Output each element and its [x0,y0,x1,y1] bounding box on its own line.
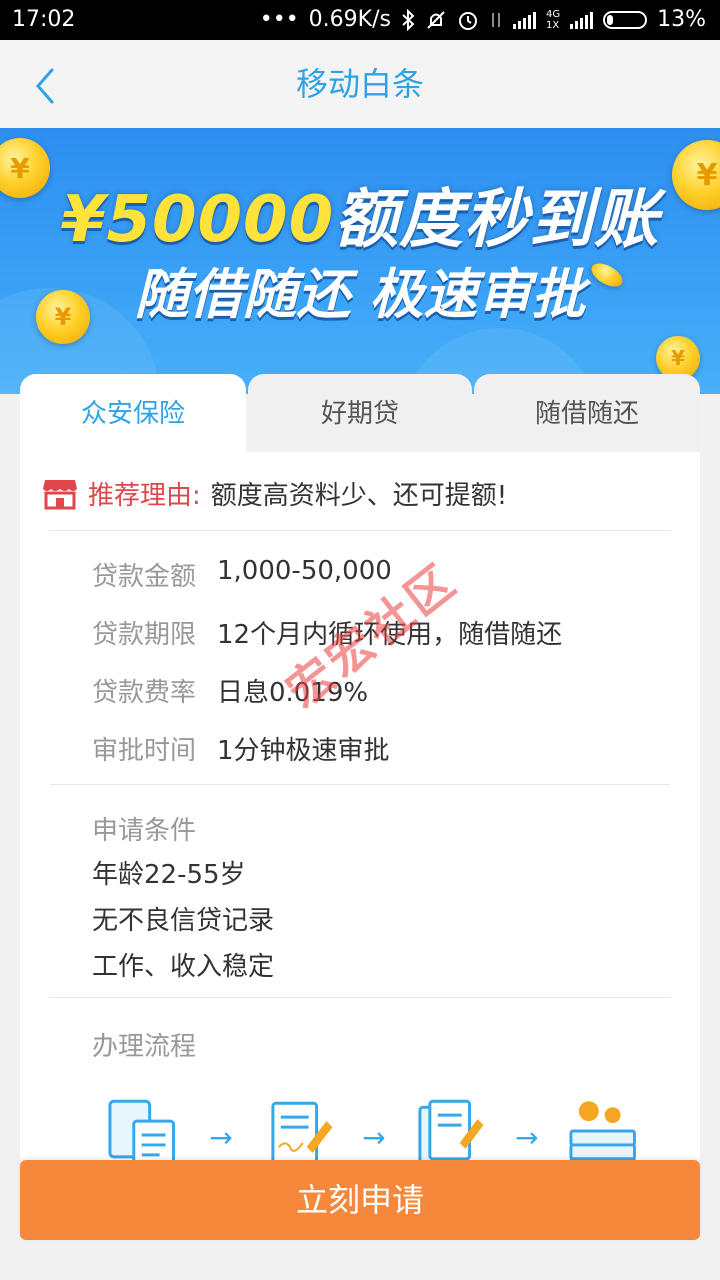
alarm-icon [458,12,477,30]
detail-key: 审批时间 [92,736,197,766]
banner-headline: ¥50000额度秒到账 [0,168,720,260]
tab-suijiesuihuan[interactable]: 随借随还 [474,374,700,454]
page-title: 移动白条 [295,65,424,103]
detail-key: 贷款金额 [92,562,197,592]
recommend-reason: 推荐理由: 额度高资料少、还可提额! [42,472,507,514]
status-bar: 17:02 ••• 0.69K/s 4G 1X 13% [0,0,720,40]
arrow-right-icon: → [209,1120,233,1154]
detail-key: 贷款费率 [92,678,197,708]
data-transfer-icon [491,13,500,27]
process-title: 办理流程 [92,1032,197,1062]
arrow-right-icon: → [362,1120,386,1154]
detail-row-amount: 贷款金额 1,000-50,000 [92,556,392,593]
more-dots-icon: ••• [259,7,299,32]
signal-icon-1 [512,11,536,29]
battery-percent: 13% [657,7,706,32]
detail-row-term: 贷款期限 12个月内循环使用，随借随还 [92,614,562,651]
tab-haoqidai[interactable]: 好期贷 [248,374,472,454]
condition-item: 工作、收入稳定 [92,952,275,982]
divider [50,997,670,998]
divider [50,784,670,785]
nav-header: 移动白条 [0,40,720,128]
banner-headline-text: 额度秒到账 [334,183,660,257]
status-icons: ••• 0.69K/s 4G 1X 13% [260,0,706,40]
conditions-title: 申请条件 [92,816,197,846]
detail-value: 12个月内循环使用，随借随还 [217,620,563,650]
divider [50,530,670,531]
status-time: 17:02 [12,7,76,32]
battery-icon [603,11,648,29]
condition-item: 年龄22-55岁 [92,860,246,890]
banner-amount: ¥50000 [60,183,335,257]
detail-row-rate: 贷款费率 日息0.019% [92,672,368,709]
network-type: 4G 1X [545,9,561,31]
net-speed: 0.69K/s [308,7,391,32]
arrow-right-icon: → [515,1120,539,1154]
promo-banner[interactable]: ¥50000额度秒到账 随借随还 极速审批 [0,128,720,394]
reason-text: 额度高资料少、还可提额! [210,480,508,511]
bluetooth-icon [402,9,415,31]
signal-icon-2 [570,11,594,29]
reason-label: 推荐理由: [88,480,201,511]
store-icon [43,480,77,510]
product-detail-card: 推荐理由: 额度高资料少、还可提额! 贷款金额 1,000-50,000 贷款期… [20,452,700,1212]
condition-item: 无不良信贷记录 [92,906,275,936]
detail-row-approval: 审批时间 1分钟极速审批 [92,730,390,767]
detail-key: 贷款期限 [92,620,197,650]
detail-value: 1分钟极速审批 [217,736,390,766]
apply-now-button[interactable]: 立刻申请 [20,1160,700,1240]
product-tabs: 众安保险 好期贷 随借随还 [20,374,700,454]
tab-zhongan[interactable]: 众安保险 [20,374,246,454]
mute-icon [427,11,445,29]
banner-subheadline: 随借随还 极速审批 [134,263,586,326]
detail-value: 1,000-50,000 [217,556,392,586]
detail-value: 日息0.019% [217,678,369,708]
